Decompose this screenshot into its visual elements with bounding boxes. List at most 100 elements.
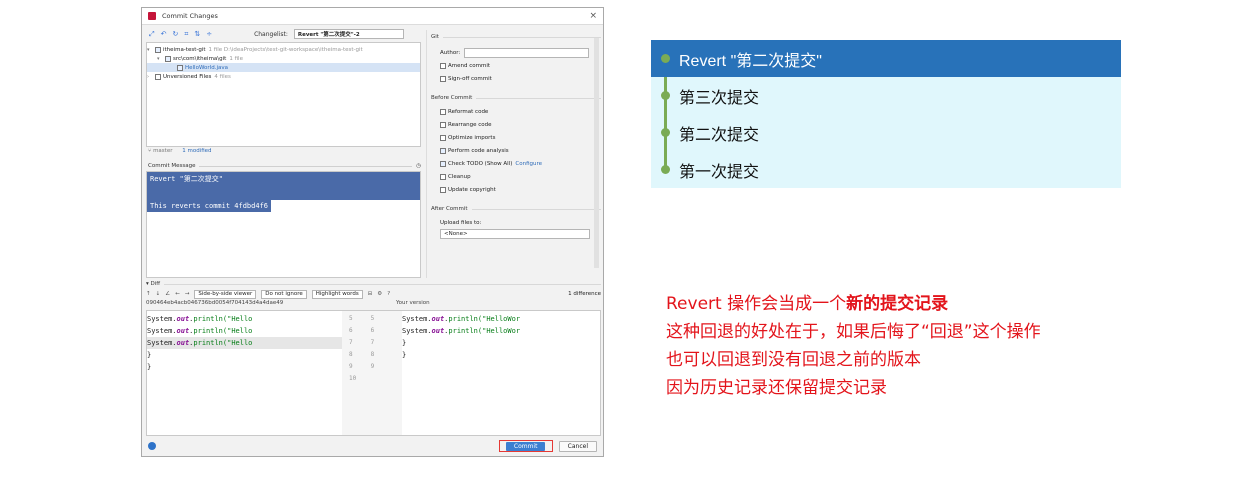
sync-scroll-icon[interactable]: ⊟: [368, 291, 373, 297]
option-label: Perform code analysis: [448, 147, 509, 154]
commit-message-header: Commit Message ◷: [148, 163, 421, 169]
configure-link[interactable]: Configure: [515, 161, 542, 167]
code-line: System.out.println("HelloWor: [402, 315, 521, 323]
checkbox[interactable]: [440, 186, 446, 193]
upload-select[interactable]: <None>: [440, 229, 590, 239]
ignore-select[interactable]: Do not ignore: [261, 289, 307, 299]
changes-tree: ▾ itheima-test-git 1 file D:\ideaProject…: [146, 42, 421, 147]
divider: [471, 208, 601, 210]
code-line: System.out.println("Hello: [147, 315, 253, 323]
option-label: Amend commit: [448, 62, 491, 69]
checkbox[interactable]: [155, 46, 161, 53]
forward-icon[interactable]: →: [185, 291, 190, 297]
undo-icon[interactable]: ↶: [161, 30, 167, 38]
checkbox[interactable]: [440, 173, 446, 180]
chevron-down-icon[interactable]: ▾: [157, 56, 163, 62]
commit-message-input[interactable]: Revert "第二次提交" This reverts commit 4fdbd…: [146, 171, 421, 278]
cleanup-option[interactable]: Cleanup: [440, 170, 601, 183]
help-icon[interactable]: [148, 442, 156, 450]
chevron-right-icon[interactable]: ›: [147, 74, 153, 80]
after-commit-section: After Commit: [431, 206, 601, 212]
help-icon[interactable]: ?: [387, 291, 390, 297]
git-section: Git: [431, 34, 601, 40]
collapse-icon[interactable]: ÷: [206, 30, 212, 38]
close-icon[interactable]: ×: [589, 11, 597, 21]
checkbox[interactable]: [440, 108, 446, 115]
tree-label: src\com\itheima\git: [173, 55, 227, 62]
tree-row-unversioned[interactable]: › Unversioned Files 4 files: [147, 72, 420, 81]
git-history-panel: Revert "第二次提交" 第三次提交 第二次提交 第一次提交: [651, 40, 1121, 188]
history-icon[interactable]: ◷: [416, 163, 421, 169]
settings-icon[interactable]: ⚙: [377, 291, 382, 297]
tree-label: Unversioned Files: [163, 73, 212, 80]
checkbox[interactable]: [440, 62, 446, 69]
redo-icon[interactable]: ↻: [172, 30, 178, 38]
dialog-footer: Commit Cancel: [142, 436, 603, 456]
edit-icon[interactable]: ∠: [165, 291, 170, 297]
note-line: 因为历史记录还保留提交记录: [666, 378, 887, 398]
checkbox[interactable]: [440, 134, 446, 141]
commit-label: Revert "第二次提交": [679, 52, 822, 70]
diff-toolbar: ↑ ↓ ∠ ← → Side-by-side viewer Do not ign…: [146, 288, 601, 300]
back-icon[interactable]: ←: [175, 291, 180, 297]
right-title: Your version: [396, 300, 430, 306]
cancel-button[interactable]: Cancel: [558, 440, 597, 452]
diff-label: Diff: [150, 281, 161, 287]
tree-row-file[interactable]: HelloWorld.java: [147, 63, 420, 72]
gutter-row: 99: [349, 363, 375, 370]
history-row[interactable]: 第二次提交: [651, 114, 1121, 151]
scrollbar[interactable]: [594, 38, 599, 268]
group-icon[interactable]: ⌗: [184, 30, 188, 39]
checkbox[interactable]: [440, 160, 446, 167]
note-line: Revert 操作会当成一个新的提交记录: [666, 294, 949, 314]
tree-label: HelloWorld.java: [185, 64, 228, 71]
branch-name: master: [153, 148, 173, 154]
expand-icon[interactable]: ⇅: [194, 30, 200, 38]
left-hash: 090464eb4acb046736bd0054f704143d4a4dae49: [146, 300, 284, 306]
left-code: System.out.println("Hello System.out.pri…: [147, 313, 342, 373]
gutter-row: 10: [349, 375, 357, 382]
checkbox[interactable]: [177, 64, 183, 71]
checkbox[interactable]: [440, 147, 446, 154]
todo-option[interactable]: Check TODO (Show All) Configure: [440, 157, 601, 170]
gutter-row: 77: [349, 339, 375, 346]
tree-row-project[interactable]: ▾ itheima-test-git 1 file D:\ideaProject…: [147, 45, 420, 54]
refresh-icon[interactable]: ⤢: [149, 30, 155, 39]
next-diff-icon[interactable]: ↓: [156, 291, 161, 297]
history-row[interactable]: 第三次提交: [651, 77, 1121, 114]
commit-button[interactable]: Commit: [498, 440, 553, 452]
optimize-option[interactable]: Optimize imports: [440, 131, 601, 144]
commit-button-label: Commit: [505, 441, 546, 451]
signoff-option[interactable]: Sign-off commit: [440, 72, 601, 85]
rearrange-option[interactable]: Rearrange code: [440, 118, 601, 131]
tree-row-package[interactable]: ▾ src\com\itheima\git 1 file: [147, 54, 420, 63]
reformat-option[interactable]: Reformat code: [440, 105, 601, 118]
history-row[interactable]: 第一次提交: [651, 151, 1121, 188]
upload-label: Upload files to:: [440, 219, 482, 226]
analysis-option[interactable]: Perform code analysis: [440, 144, 601, 157]
checkbox[interactable]: [155, 73, 161, 80]
code-line: }: [402, 339, 407, 347]
option-label: Update copyright: [448, 186, 496, 193]
highlight-select[interactable]: Highlight words: [311, 289, 363, 299]
option-label: Cleanup: [448, 173, 471, 180]
copyright-option[interactable]: Update copyright: [440, 183, 601, 196]
diff-viewer[interactable]: System.out.println("Hello System.out.pri…: [146, 310, 601, 436]
author-input[interactable]: [464, 47, 590, 58]
viewer-select[interactable]: Side-by-side viewer: [194, 289, 257, 299]
checkbox[interactable]: [440, 121, 446, 128]
history-row[interactable]: Revert "第二次提交": [651, 40, 1121, 77]
modified-link[interactable]: 1 modified: [182, 148, 211, 154]
code-line: System.out.println("Hello: [147, 337, 342, 349]
gutter-row: 88: [349, 351, 375, 358]
changelist-select[interactable]: Revert "第二次提交"-2: [293, 29, 404, 39]
checkbox[interactable]: [440, 75, 446, 82]
chevron-down-icon[interactable]: ▾: [147, 47, 153, 53]
author-label: Author:: [440, 49, 461, 56]
prev-diff-icon[interactable]: ↑: [146, 291, 151, 297]
divider: [164, 283, 601, 285]
code-line: }: [402, 351, 407, 359]
checkbox[interactable]: [165, 55, 171, 62]
amend-option[interactable]: Amend commit: [440, 59, 601, 72]
option-label: Sign-off commit: [448, 75, 492, 82]
